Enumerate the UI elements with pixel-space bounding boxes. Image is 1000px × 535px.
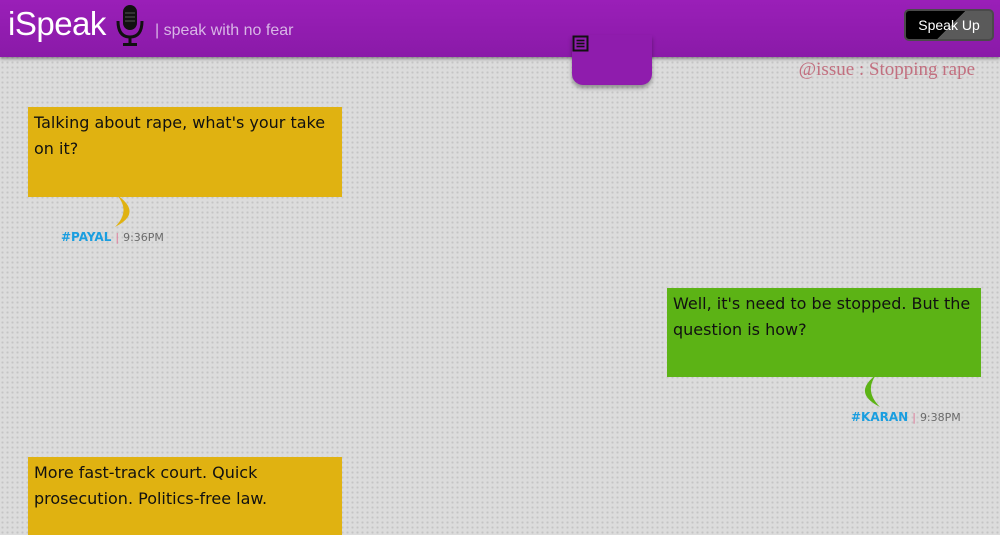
message-time: 9:38PM — [919, 411, 961, 424]
message-time: 9:36PM — [123, 231, 164, 244]
message-bubble: Well, it's need to be stopped. But the q… — [667, 288, 981, 377]
app-tagline: | speak with no fear — [155, 22, 294, 39]
message-meta: #KARAN | 9:38PM — [851, 410, 961, 424]
message-bubble: Talking about rape, what's your take on … — [28, 107, 342, 197]
message-username[interactable]: #PAYAL — [61, 230, 111, 244]
speak-up-button[interactable]: Speak Up — [904, 9, 994, 41]
app-logo[interactable]: iSpeak — [8, 5, 106, 43]
message-username[interactable]: #KARAN — [851, 410, 908, 424]
bubble-tail-icon — [115, 195, 130, 227]
message-meta: #PAYAL | 9:36PM — [61, 230, 164, 244]
microphone-icon — [116, 5, 144, 46]
issue-tab[interactable] — [572, 35, 652, 85]
document-icon — [572, 35, 589, 52]
app-header: iSpeak | speak with no fear Speak Up — [0, 0, 1000, 57]
message-bubble: More fast-track court. Quick prosecution… — [28, 457, 342, 535]
bubble-tail-icon — [864, 375, 880, 407]
issue-title: @issue : Stopping rape — [798, 59, 975, 80]
